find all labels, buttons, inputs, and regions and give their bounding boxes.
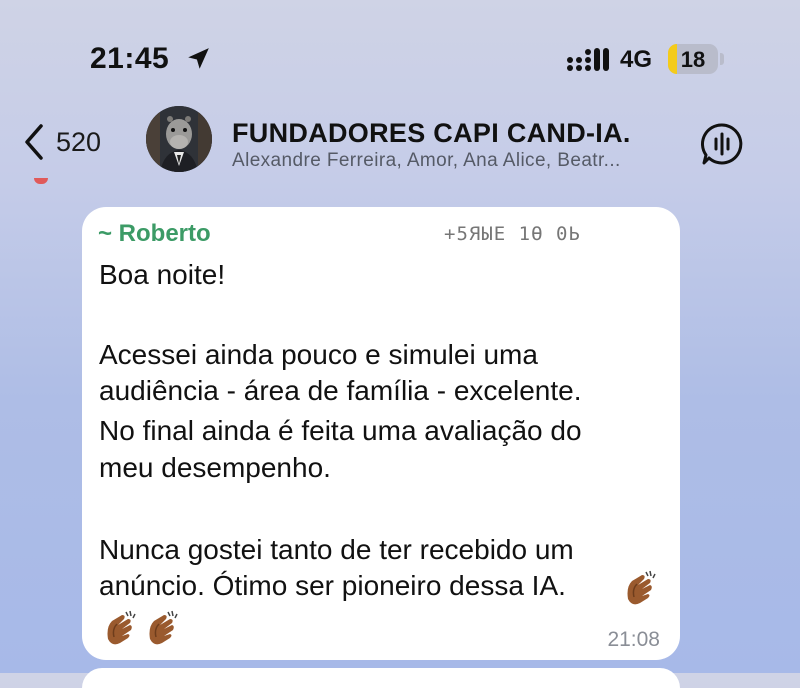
unread-count: 520 (56, 126, 102, 157)
message-line: anúncio. Ótimo ser pioneiro dessa IA. (99, 570, 566, 601)
sender-phone: +5ЯЫЕ 1Ѳ 0Ь (444, 223, 581, 245)
group-name[interactable]: FUNDADORES CAPI CAND-IA. (232, 118, 631, 149)
clapping-hands-icon (107, 610, 136, 645)
message-line: Acessei ainda pouco e simulei uma (99, 339, 538, 370)
sender-name[interactable]: ~ Roberto (98, 220, 211, 248)
message-line: Boa noite! (99, 259, 226, 290)
status-bar: 21:45 4G 18 (0, 0, 800, 110)
message-line: meu desempenho. (99, 452, 331, 483)
battery-percent: 18 (680, 47, 706, 72)
next-message-bubble[interactable] (82, 668, 680, 688)
battery-tip (720, 53, 724, 65)
message-line: audiência - área de família - excelente. (99, 375, 582, 406)
location-arrow-icon (188, 48, 209, 69)
message-line: No final ainda é feita uma avaliação do (99, 415, 582, 446)
battery-icon: 18 (668, 44, 718, 74)
clapping-hands-icon (149, 610, 178, 645)
message-time: 21:08 (607, 628, 660, 651)
chat-header: 520 FUNDADORES CAPI CAND-IA. Alexandre F… (0, 100, 800, 184)
group-members[interactable]: Alexandre Ferreira, Amor, Ana Alice, Bea… (232, 150, 684, 172)
network-type: 4G (620, 46, 653, 73)
status-time: 21:45 (90, 42, 170, 75)
clapping-hands-icon (627, 570, 656, 605)
back-button[interactable]: 520 (22, 122, 101, 162)
voice-chat-icon[interactable] (700, 122, 744, 166)
message-bubble[interactable]: ~ Roberto +5ЯЫЕ 1Ѳ 0Ь Boa noite! Acessei… (82, 207, 680, 660)
capybara-avatar-icon (146, 106, 212, 172)
signal-icon (567, 48, 609, 71)
message-line: Nunca gostei tanto de ter recebido um (99, 534, 574, 565)
chevron-left-icon (25, 124, 43, 160)
group-avatar[interactable] (146, 106, 212, 172)
